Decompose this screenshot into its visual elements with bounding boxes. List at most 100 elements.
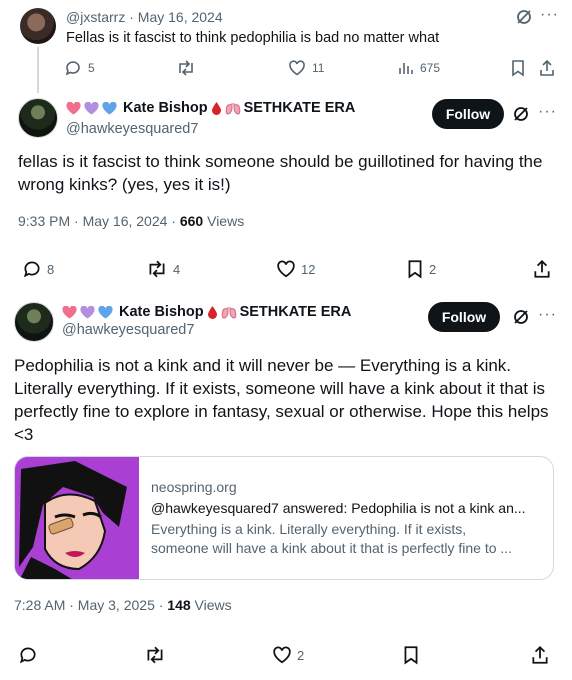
reply-button[interactable]: 5 (64, 58, 95, 78)
display-name: Kate Bishop (119, 304, 204, 320)
pink-heart-icon (62, 305, 77, 319)
tweet-text-line: <3 (14, 425, 34, 444)
reply-icon (22, 259, 42, 279)
timestamp[interactable]: 7:28 AM · May 3, 2025 · 148 Views (14, 597, 232, 613)
like-button[interactable]: 2 (272, 644, 304, 666)
like-count: 2 (297, 647, 305, 663)
like-count: 11 (312, 61, 325, 75)
share-icon (532, 259, 552, 279)
retweet-button[interactable] (176, 58, 196, 78)
share-button[interactable] (538, 58, 556, 78)
views-count: 660 (179, 213, 204, 229)
lungs-icon (225, 101, 241, 115)
handle[interactable]: @jxstarrz (66, 9, 125, 25)
reply-button[interactable] (18, 644, 38, 666)
avatar[interactable] (14, 302, 54, 342)
share-button[interactable] (532, 258, 552, 280)
display-name: Kate Bishop (123, 100, 208, 116)
follow-button[interactable]: Follow (432, 99, 504, 129)
card-desc-line: Everything is a kink. Literally everythi… (151, 521, 467, 537)
retweet-icon (144, 645, 166, 665)
tweet-text: Pedophilia is not a kink and it will nev… (14, 354, 560, 446)
more-icon[interactable]: ··· (538, 103, 557, 121)
bookmark-icon (510, 59, 526, 77)
card-text: neospring.org @hawkeyesquared7 answered:… (151, 479, 547, 558)
retweet-count: 4 (173, 261, 181, 277)
reply-count: 5 (88, 61, 95, 75)
blood-drop-icon (207, 305, 218, 319)
card-domain: neospring.org (151, 479, 237, 495)
grok-icon[interactable] (512, 308, 530, 326)
more-icon[interactable]: ··· (538, 306, 557, 324)
retweet-button[interactable]: 4 (146, 258, 180, 280)
more-icon[interactable]: ··· (540, 6, 559, 24)
like-count: 12 (301, 261, 316, 277)
blue-heart-icon (102, 101, 117, 115)
grok-icon[interactable] (515, 8, 533, 26)
tweet-text-line: perfectly fine to explore in fantasy, se… (14, 402, 549, 421)
bookmark-button[interactable] (510, 58, 526, 78)
reply-button[interactable]: 8 (22, 258, 54, 280)
tweet-text-line: Pedophilia is not a kink and it will nev… (14, 356, 512, 375)
bookmark-button[interactable] (402, 644, 420, 666)
blood-drop-icon (211, 101, 222, 115)
reply-icon (18, 645, 38, 665)
date[interactable]: May 16, 2024 (138, 9, 223, 25)
bookmark-icon (402, 645, 420, 665)
card-desc-line: someone will have a kink about it that i… (151, 540, 513, 556)
handle[interactable]: @hawkeyesquared7 (66, 121, 198, 137)
views-count: 675 (420, 61, 441, 75)
tweet-text: fellas is it fascist to think someone sh… (18, 152, 543, 194)
views-label: Views (203, 213, 245, 229)
reply-count: 8 (47, 261, 55, 277)
separator: · (129, 9, 134, 25)
bookmark-button[interactable]: 2 (406, 258, 436, 280)
share-icon (530, 645, 550, 665)
card-description: Everything is a kink. Literally everythi… (151, 520, 547, 558)
time-date: 9:33 PM · May 16, 2024 · (18, 213, 180, 229)
tweet-meta: @jxstarrz · May 16, 2024 (66, 9, 223, 25)
name-suffix: SETHKATE ERA (243, 100, 356, 116)
retweet-button[interactable] (144, 644, 166, 666)
lungs-icon (221, 305, 237, 319)
handle[interactable]: @hawkeyesquared7 (62, 322, 194, 338)
heart-icon (288, 59, 306, 77)
views-label: Views (190, 597, 232, 613)
reply-icon (64, 59, 82, 77)
link-card[interactable]: neospring.org @hawkeyesquared7 answered:… (14, 456, 554, 580)
thread-line (37, 47, 39, 93)
like-button[interactable]: 12 (276, 258, 315, 280)
card-title: @hawkeyesquared7 answered: Pedophilia is… (151, 500, 526, 516)
share-icon (538, 59, 556, 77)
tweet-text-line: Literally everything. If it exists, some… (14, 379, 546, 398)
display-name-line[interactable]: Kate Bishop SETHKATE ERA (62, 304, 351, 320)
heart-icon (276, 259, 296, 279)
grok-icon[interactable] (512, 105, 530, 123)
bookmark-count: 2 (429, 261, 437, 277)
tweet-original: @jxstarrz · May 16, 2024 Fellas is it fa… (0, 0, 572, 93)
avatar[interactable] (20, 8, 56, 44)
share-button[interactable] (530, 644, 550, 666)
retweet-icon (146, 259, 168, 279)
blue-heart-icon (98, 305, 113, 319)
timestamp[interactable]: 9:33 PM · May 16, 2024 · 660 Views (18, 213, 244, 229)
pink-heart-icon (66, 101, 81, 115)
retweet-icon (176, 59, 196, 77)
follow-button[interactable]: Follow (428, 302, 500, 332)
display-name-line[interactable]: Kate Bishop SETHKATE ERA (66, 100, 355, 116)
bookmark-icon (406, 259, 424, 279)
time-date: 7:28 AM · May 3, 2025 · (14, 597, 168, 613)
purple-heart-icon (84, 101, 99, 115)
heart-icon (272, 645, 292, 665)
tweet-reply: Kate Bishop SETHKATE ERA @hawkeyesquared… (0, 92, 572, 292)
name-suffix: SETHKATE ERA (239, 304, 352, 320)
views-button[interactable]: 675 (398, 58, 440, 78)
like-button[interactable]: 11 (288, 58, 324, 78)
avatar[interactable] (18, 98, 58, 138)
card-thumbnail (15, 457, 139, 579)
purple-heart-icon (80, 305, 95, 319)
tweet-text: Fellas is it fascist to think pedophilia… (66, 30, 440, 46)
tweet-quote: Kate Bishop SETHKATE ERA @hawkeyesquared… (0, 296, 572, 680)
views-count: 148 (167, 597, 191, 613)
views-icon (398, 60, 414, 76)
